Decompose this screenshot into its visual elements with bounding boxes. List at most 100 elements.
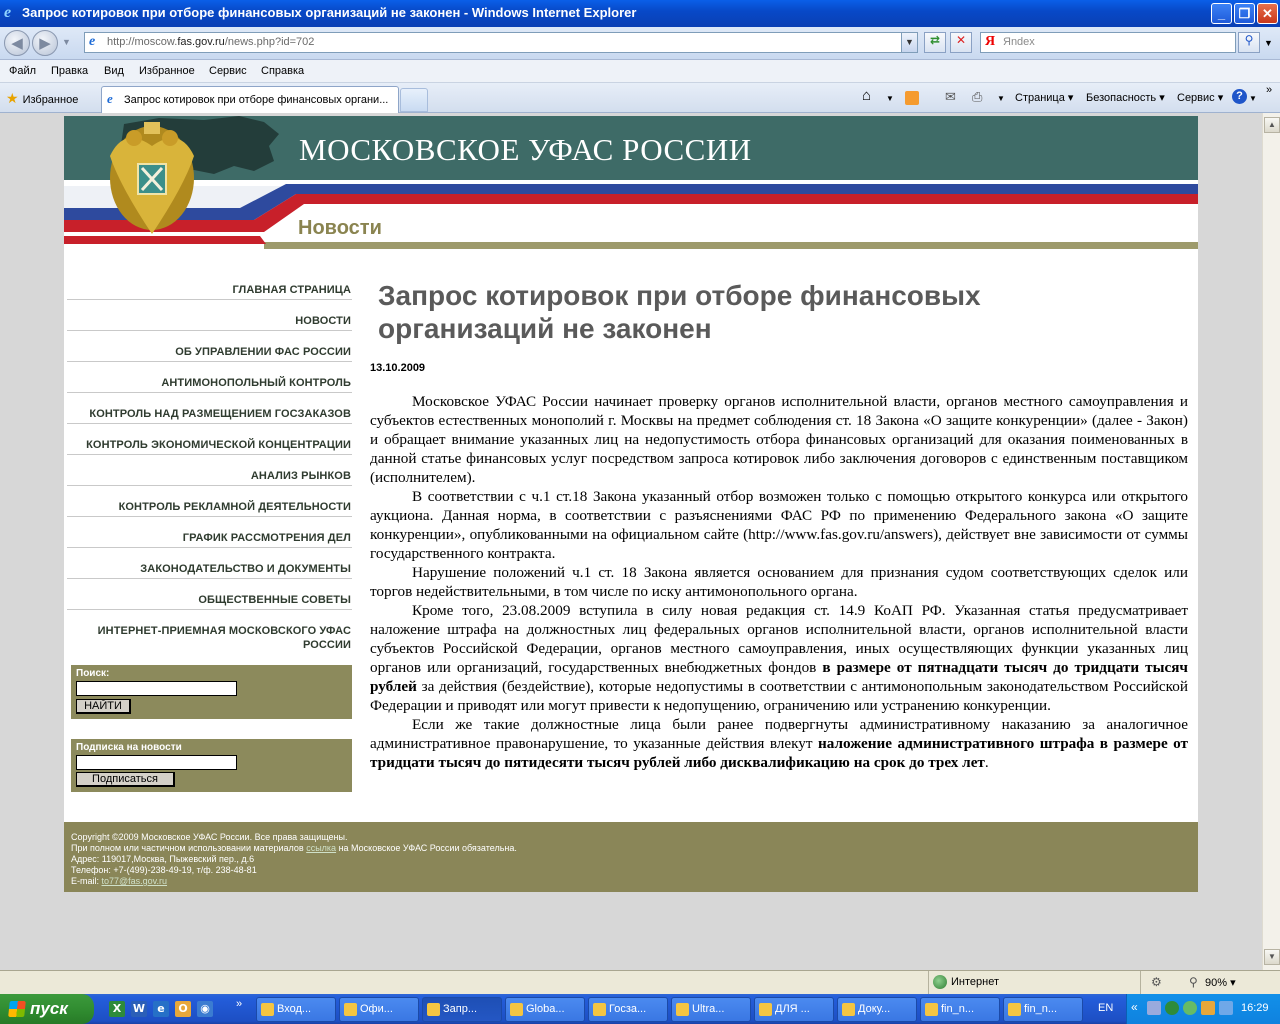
security-zone[interactable]: Интернет (928, 971, 1136, 994)
nav-item-concentration[interactable]: КОНТРОЛЬ ЭКОНОМИЧЕСКОЙ КОНЦЕНТРАЦИИ (67, 424, 352, 455)
language-indicator[interactable]: EN (1098, 1002, 1113, 1014)
taskbar-item[interactable]: ДЛЯ ... (754, 997, 834, 1022)
home-icon[interactable]: ⌂ (862, 87, 871, 104)
article-paragraph: Кроме того, 23.08.2009 вступила в силу н… (370, 602, 1188, 714)
outlook-task-icon (261, 1003, 274, 1016)
nav-item-councils[interactable]: ОБЩЕСТВЕННЫЕ СОВЕТЫ (67, 579, 352, 610)
app-quicklaunch-icon[interactable]: ◉ (197, 1001, 213, 1017)
history-dropdown-icon[interactable]: ▼ (62, 37, 71, 47)
tray-app-icon[interactable] (1183, 1001, 1197, 1015)
tab-active[interactable]: e Запрос котировок при отборе финансовых… (101, 86, 399, 113)
system-tray: « 16:29 (1126, 994, 1280, 1024)
taskbar-item[interactable]: Ultra... (671, 997, 751, 1022)
nav-item-reception[interactable]: ИНТЕРНЕТ-ПРИЕМНАЯ МОСКОВСКОГО УФАС РОССИ… (67, 610, 352, 654)
tab-label: Запрос котировок при отборе финансовых о… (124, 94, 389, 106)
tray-outlook-icon[interactable] (1201, 1001, 1215, 1015)
help-icon[interactable]: ? (1232, 89, 1247, 104)
globals-task-icon (510, 1003, 523, 1016)
protected-mode-icon: ⚙ (1151, 975, 1162, 989)
nav-item-home[interactable]: ГЛАВНАЯ СТРАНИЦА (67, 269, 352, 300)
taskbar-item[interactable]: Globa... (505, 997, 585, 1022)
page-menu[interactable]: Страница ▾ (1015, 91, 1073, 104)
print-dropdown-icon[interactable]: ▼ (997, 94, 1005, 103)
scroll-down-icon[interactable]: ▼ (1264, 949, 1280, 965)
maximize-button[interactable]: ❐ (1234, 3, 1255, 24)
toolbar-overflow-icon[interactable]: » (1266, 84, 1272, 96)
taskbar-item[interactable]: Офи... (339, 997, 419, 1022)
section-title: Новости (298, 217, 382, 239)
footer-email: E-mail: to77@fas.gov.ru (71, 876, 168, 886)
article-date: 13.10.2009 (370, 362, 426, 374)
menu-favorites[interactable]: Избранное (139, 65, 195, 77)
back-button[interactable]: ◀ (4, 30, 30, 56)
nav-item-market-analysis[interactable]: АНАЛИЗ РЫНКОВ (67, 455, 352, 486)
tools-menu[interactable]: Сервис ▾ (1177, 91, 1223, 104)
new-tab-button[interactable] (400, 88, 428, 112)
nav-item-news[interactable]: НОВОСТИ (67, 300, 352, 331)
url-field[interactable]: e http://moscow.fas.gov.ru/news.php?id=7… (84, 32, 918, 53)
tray-expand-icon[interactable]: « (1131, 1000, 1138, 1014)
antivirus-icon[interactable] (1165, 1001, 1179, 1015)
menu-edit[interactable]: Правка (51, 65, 88, 77)
menu-help[interactable]: Справка (261, 65, 304, 77)
zoom-control[interactable]: ⚙ ⚲ 90% ▾ (1140, 971, 1260, 994)
minimize-button[interactable]: _ (1211, 3, 1232, 24)
site-search-input[interactable] (76, 681, 237, 696)
word-icon[interactable]: W (131, 1001, 147, 1017)
quicklaunch-overflow-icon[interactable]: » (236, 998, 242, 1010)
nav-item-schedule[interactable]: ГРАФИК РАССМОТРЕНИЯ ДЕЛ (67, 517, 352, 548)
taskbar-item-active[interactable]: Запр... (422, 997, 502, 1022)
start-button[interactable]: пуск (0, 994, 94, 1024)
search-options-icon[interactable]: ▼ (1264, 38, 1273, 48)
ie-quicklaunch-icon[interactable]: e (153, 1001, 169, 1017)
network-icon[interactable] (1147, 1001, 1161, 1015)
taskbar-item[interactable]: Вход... (256, 997, 336, 1022)
print-icon[interactable]: ⎙ (972, 89, 982, 105)
clock[interactable]: 16:29 (1241, 1002, 1269, 1014)
nav-item-procurement[interactable]: КОНТРОЛЬ НАД РАЗМЕЩЕНИЕМ ГОСЗАКАЗОВ (67, 393, 352, 424)
menu-file[interactable]: Файл (9, 65, 36, 77)
site-banner: МОСКОВСКОЕ УФАС РОССИИ Новости (64, 116, 1198, 249)
subscribe-button[interactable]: Подписаться (76, 772, 175, 787)
mail-icon[interactable]: ✉ (945, 89, 956, 105)
taskbar-item[interactable]: Госза... (588, 997, 668, 1022)
subscribe-email-input[interactable] (76, 755, 237, 770)
scroll-up-icon[interactable]: ▲ (1264, 117, 1280, 133)
footer-address: Адрес: 119017,Москва, Пыжевский пер., д.… (71, 854, 255, 864)
nav-item-advertising[interactable]: КОНТРОЛЬ РЕКЛАМНОЙ ДЕЯТЕЛЬНОСТИ (67, 486, 352, 517)
footer-email-link[interactable]: to77@fas.gov.ru (102, 876, 168, 886)
stop-button[interactable]: ✕ (950, 32, 972, 53)
url-dropdown-icon[interactable]: ▼ (901, 33, 917, 52)
close-button[interactable]: ✕ (1257, 3, 1278, 24)
search-go-button[interactable]: ⚲ (1238, 32, 1260, 53)
search-submit-button[interactable]: НАЙТИ (76, 699, 131, 714)
outlook-icon[interactable]: O (175, 1001, 191, 1017)
help-dropdown-icon[interactable]: ▼ (1249, 94, 1257, 103)
excel-icon[interactable]: X (109, 1001, 125, 1017)
search-label: Поиск: (76, 668, 110, 679)
favorites-button[interactable]: ★ Избранное (6, 90, 78, 107)
nav-item-about[interactable]: ОБ УПРАВЛЕНИИ ФАС РОССИИ (67, 331, 352, 362)
article-body: Московское УФАС России начинает проверку… (370, 392, 1188, 772)
tab-bar: ★ Избранное e Запрос котировок при отборе… (0, 83, 1280, 113)
taskbar-item[interactable]: Доку... (837, 997, 917, 1022)
footer-link[interactable]: ссылка (306, 843, 336, 853)
menu-tools[interactable]: Сервис (209, 65, 247, 77)
page-favicon-icon: e (107, 91, 113, 106)
nav-item-antimonopoly[interactable]: АНТИМОНОПОЛЬНЫЙ КОНТРОЛЬ (67, 362, 352, 393)
safety-menu[interactable]: Безопасность ▾ (1086, 91, 1165, 104)
forward-button[interactable]: ▶ (32, 30, 58, 56)
page-favicon-icon: e (89, 34, 96, 49)
taskbar-item[interactable]: fin_n... (920, 997, 1000, 1022)
nav-item-legislation[interactable]: ЗАКОНОДАТЕЛЬСТВО И ДОКУМЕНТЫ (67, 548, 352, 579)
rss-icon[interactable] (905, 91, 919, 105)
search-field[interactable]: Я Яndex (980, 32, 1236, 53)
image-task-icon (1008, 1003, 1021, 1016)
menu-view[interactable]: Вид (104, 65, 124, 77)
refresh-button[interactable]: ⇄ (924, 32, 946, 53)
taskbar-item[interactable]: fin_n... (1003, 997, 1083, 1022)
vertical-scrollbar[interactable]: ▲ ▼ (1262, 113, 1280, 970)
tray-app-icon[interactable] (1219, 1001, 1233, 1015)
window-title-bar[interactable]: e Запрос котировок при отборе финансовых… (0, 0, 1280, 27)
home-dropdown-icon[interactable]: ▼ (886, 94, 894, 103)
